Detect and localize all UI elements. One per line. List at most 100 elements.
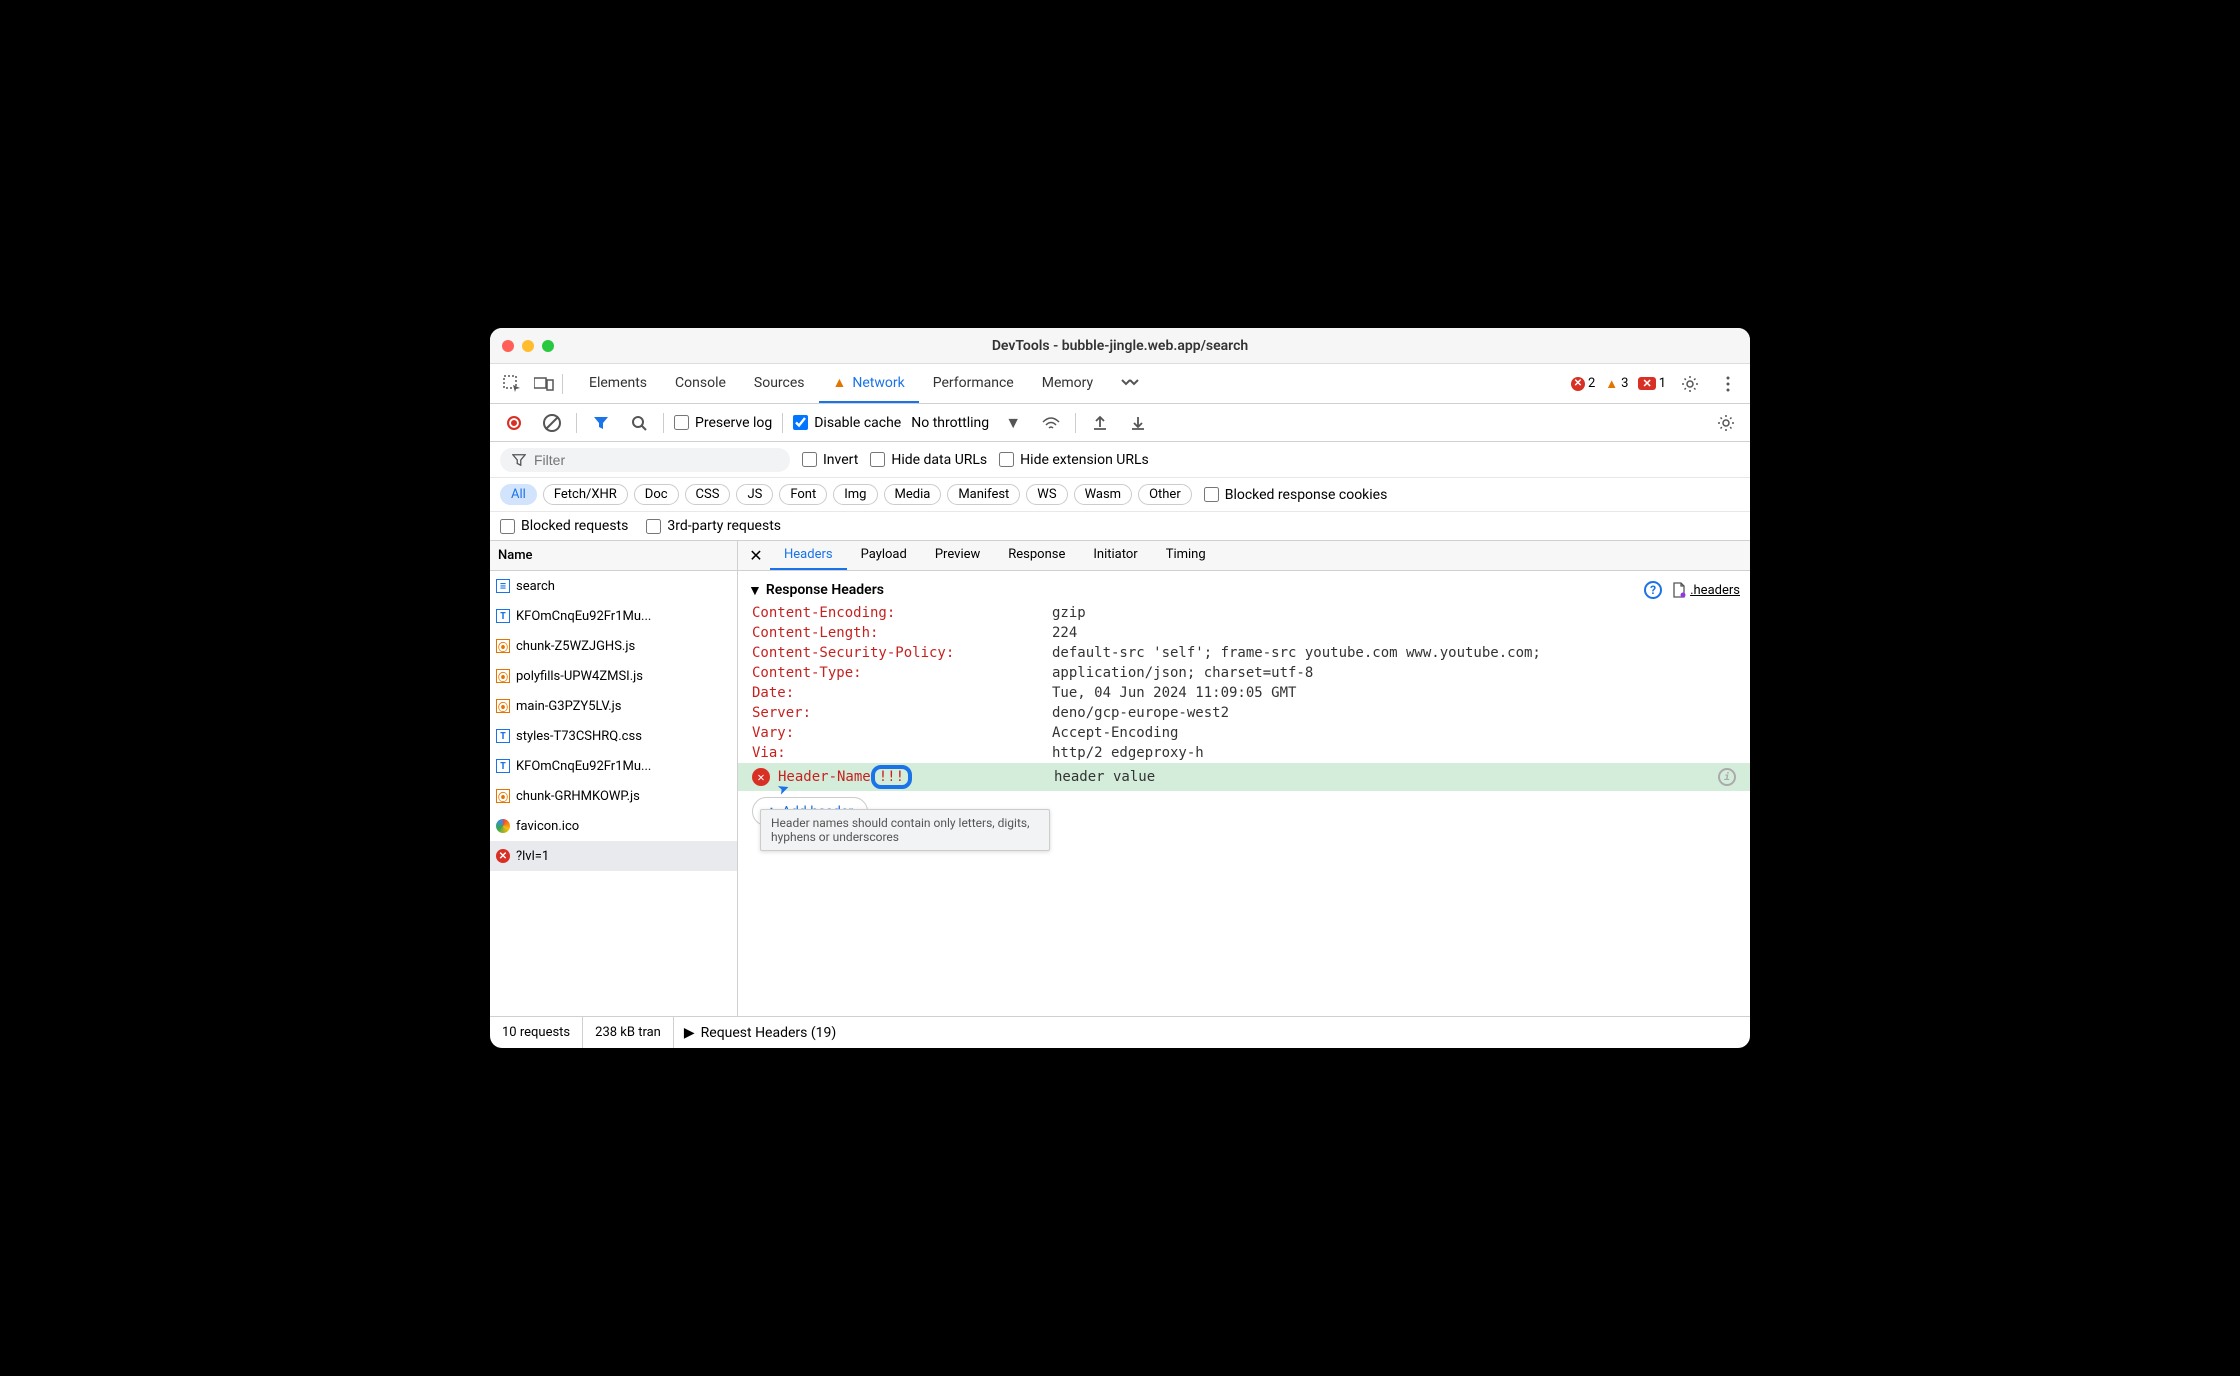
font-icon: T bbox=[496, 759, 510, 773]
name-column-header[interactable]: Name bbox=[490, 541, 737, 571]
close-detail-button[interactable]: ✕ bbox=[742, 541, 770, 570]
request-row[interactable]: ⦿chunk-Z5WZJGHS.js bbox=[490, 631, 737, 661]
detail-tabs: ✕ Headers Payload Preview Response Initi… bbox=[738, 541, 1750, 571]
network-toolbar: Preserve log Disable cache No throttling… bbox=[490, 404, 1750, 442]
throttling-caret[interactable]: ▼ bbox=[999, 409, 1027, 437]
info-icon[interactable]: i bbox=[1718, 768, 1736, 786]
header-row: Server:deno/gcp-europe-west2 bbox=[738, 703, 1750, 723]
pill-media[interactable]: Media bbox=[884, 484, 942, 505]
tab-response[interactable]: Response bbox=[994, 541, 1079, 570]
funnel-icon bbox=[512, 453, 526, 467]
clear-button[interactable] bbox=[538, 409, 566, 437]
tab-elements[interactable]: Elements bbox=[575, 364, 661, 403]
preserve-log-checkbox[interactable]: Preserve log bbox=[674, 415, 772, 431]
request-list: ≡search TKFOmCnqEu92Fr1Mu... ⦿chunk-Z5WZ… bbox=[490, 571, 737, 1016]
tabs-more[interactable] bbox=[1107, 364, 1153, 403]
request-row[interactable]: TKFOmCnqEu92Fr1Mu... bbox=[490, 751, 737, 781]
header-value-input[interactable]: header value bbox=[1054, 769, 1155, 785]
request-row[interactable]: ⦿polyfills-UPW4ZMSI.js bbox=[490, 661, 737, 691]
tab-headers[interactable]: Headers bbox=[770, 541, 847, 570]
request-row[interactable]: ≡search bbox=[490, 571, 737, 601]
hide-extension-urls-checkbox[interactable]: Hide extension URLs bbox=[999, 452, 1149, 468]
request-row[interactable]: ✕?lvl=1 bbox=[490, 841, 737, 871]
tab-payload[interactable]: Payload bbox=[847, 541, 921, 570]
tab-sources[interactable]: Sources bbox=[740, 364, 819, 403]
tab-console[interactable]: Console bbox=[661, 364, 740, 403]
header-row: Content-Security-Policy:default-src 'sel… bbox=[738, 643, 1750, 663]
tab-initiator[interactable]: Initiator bbox=[1079, 541, 1151, 570]
devtools-window: DevTools - bubble-jingle.web.app/search … bbox=[490, 328, 1750, 1048]
search-icon[interactable] bbox=[625, 409, 653, 437]
header-row: Via:http/2 edgeproxy-h bbox=[738, 743, 1750, 763]
resource-type-pills: All Fetch/XHR Doc CSS JS Font Img Media … bbox=[490, 478, 1750, 512]
request-row[interactable]: ⦿chunk-GRHMKOWP.js bbox=[490, 781, 737, 811]
upload-har-icon[interactable] bbox=[1086, 409, 1114, 437]
pill-img[interactable]: Img bbox=[833, 484, 877, 505]
titlebar: DevTools - bubble-jingle.web.app/search bbox=[490, 328, 1750, 364]
network-conditions-icon[interactable] bbox=[1037, 409, 1065, 437]
request-row[interactable]: TKFOmCnqEu92Fr1Mu... bbox=[490, 601, 737, 631]
help-icon[interactable]: ? bbox=[1644, 581, 1662, 599]
tab-timing[interactable]: Timing bbox=[1152, 541, 1220, 570]
blocked-requests-checkbox[interactable]: Blocked requests bbox=[500, 518, 628, 534]
inspect-icon[interactable] bbox=[498, 370, 526, 398]
more-filters-row: Blocked requests 3rd-party requests bbox=[490, 512, 1750, 541]
pill-css[interactable]: CSS bbox=[685, 484, 731, 505]
blocked-cookies-checkbox[interactable]: Blocked response cookies bbox=[1204, 487, 1388, 503]
panel-settings-icon[interactable] bbox=[1712, 409, 1740, 437]
pill-wasm[interactable]: Wasm bbox=[1074, 484, 1133, 505]
warning-icon: ▲ bbox=[1605, 376, 1618, 392]
third-party-checkbox[interactable]: 3rd-party requests bbox=[646, 518, 781, 534]
headers-file-link[interactable]: .headers bbox=[1672, 582, 1740, 598]
download-har-icon[interactable] bbox=[1124, 409, 1152, 437]
pill-js[interactable]: JS bbox=[736, 484, 773, 505]
error-icon: ✕ bbox=[496, 849, 510, 863]
record-button[interactable] bbox=[500, 409, 528, 437]
status-transfer: 238 kB tran bbox=[583, 1017, 674, 1048]
request-list-pane: Name ≡search TKFOmCnqEu92Fr1Mu... ⦿chunk… bbox=[490, 541, 738, 1016]
pill-fetch[interactable]: Fetch/XHR bbox=[543, 484, 628, 505]
validation-tooltip: Header names should contain only letters… bbox=[760, 809, 1050, 851]
main-tabs: Elements Console Sources ▲ Network Perfo… bbox=[575, 364, 1153, 403]
pill-all[interactable]: All bbox=[500, 484, 537, 505]
tab-memory[interactable]: Memory bbox=[1028, 364, 1107, 403]
device-toggle-icon[interactable] bbox=[530, 370, 558, 398]
document-icon: ≡ bbox=[496, 579, 510, 593]
response-headers-section[interactable]: ▼ Response Headers ? .headers bbox=[738, 577, 1750, 603]
header-edit-row[interactable]: ✕ Header-Name!!! header value i ➤ bbox=[738, 763, 1750, 791]
tab-performance[interactable]: Performance bbox=[919, 364, 1028, 403]
error-count[interactable]: ✕ 2 bbox=[1571, 376, 1595, 391]
maximize-window[interactable] bbox=[542, 340, 554, 352]
pill-other[interactable]: Other bbox=[1138, 484, 1192, 505]
tab-preview[interactable]: Preview bbox=[921, 541, 994, 570]
filter-input-wrap[interactable] bbox=[500, 448, 790, 472]
request-headers-section[interactable]: ▶ Request Headers (19) bbox=[674, 1021, 846, 1045]
request-row[interactable]: favicon.ico bbox=[490, 811, 737, 841]
invert-checkbox[interactable]: Invert bbox=[802, 452, 858, 468]
delete-header-button[interactable]: ✕ bbox=[752, 768, 770, 786]
warning-count[interactable]: ▲ 3 bbox=[1605, 376, 1628, 392]
pill-ws[interactable]: WS bbox=[1026, 484, 1067, 505]
hide-data-urls-checkbox[interactable]: Hide data URLs bbox=[870, 452, 987, 468]
tab-network[interactable]: ▲ Network bbox=[819, 364, 919, 403]
header-name-input[interactable]: Header-Name!!! bbox=[778, 765, 1054, 789]
throttling-select[interactable]: No throttling bbox=[911, 415, 989, 431]
window-title: DevTools - bubble-jingle.web.app/search bbox=[490, 338, 1750, 354]
script-icon: ⦿ bbox=[496, 669, 510, 683]
minimize-window[interactable] bbox=[522, 340, 534, 352]
settings-icon[interactable] bbox=[1676, 370, 1704, 398]
pill-doc[interactable]: Doc bbox=[634, 484, 679, 505]
request-row[interactable]: ⦿main-G3PZY5LV.js bbox=[490, 691, 737, 721]
disable-cache-checkbox[interactable]: Disable cache bbox=[793, 415, 901, 431]
request-row[interactable]: Tstyles-T73CSHRQ.css bbox=[490, 721, 737, 751]
more-menu-icon[interactable] bbox=[1714, 370, 1742, 398]
issue-count[interactable]: ✕ 1 bbox=[1638, 376, 1666, 391]
request-detail-pane: ✕ Headers Payload Preview Response Initi… bbox=[738, 541, 1750, 1016]
pill-manifest[interactable]: Manifest bbox=[947, 484, 1020, 505]
pill-font[interactable]: Font bbox=[779, 484, 827, 505]
status-bar: 10 requests 238 kB tran ▶ Request Header… bbox=[490, 1016, 1750, 1048]
filter-input[interactable] bbox=[534, 452, 778, 468]
warning-icon: ▲ bbox=[833, 374, 847, 391]
filter-toggle-icon[interactable] bbox=[587, 409, 615, 437]
close-window[interactable] bbox=[502, 340, 514, 352]
